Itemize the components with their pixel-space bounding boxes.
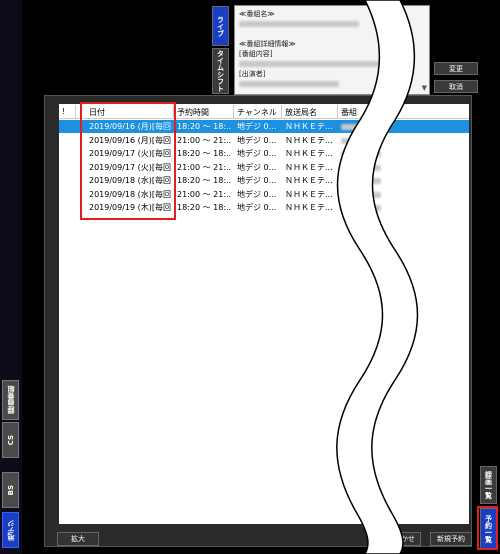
cast-label: [出演者] <box>239 70 266 78</box>
tab-live[interactable]: ライブ <box>212 6 229 46</box>
cell-channel: 地デジ 0... <box>237 149 277 158</box>
auto-button[interactable]: おまかせ <box>381 532 421 546</box>
cell-date: 2019/09/19 (木)[毎回] <box>89 203 171 212</box>
new-reservation-button[interactable]: 新規予約 <box>430 532 472 546</box>
tab-bs-label: BS <box>6 484 15 496</box>
cell-program-redacted <box>341 178 381 184</box>
cancel-button[interactable]: 取消 <box>434 80 478 93</box>
cell-time: 21:00 ～ 21:... <box>177 189 231 199</box>
tab-cs-label: CS <box>6 434 15 446</box>
cell-date: 2019/09/16 (月)[毎回] <box>89 135 171 145</box>
tab-reservation-list[interactable]: 予約一覧 <box>480 508 497 550</box>
cell-date: 2019/09/17 (火)[毎回] <box>89 149 171 158</box>
cell-program-redacted <box>341 205 381 211</box>
tab-live-label: ライブ <box>216 15 225 37</box>
tab-cs[interactable]: CS <box>2 422 19 458</box>
cell-station: ＮＨＫＥテ... <box>285 122 333 131</box>
tab-bs[interactable]: BS <box>2 472 19 508</box>
reservation-table: ! ^ 日付 予約時間 チャンネル 放送局名 番組 2019/09/16 (月)… <box>59 104 469 524</box>
cell-date: 2019/09/18 (水)[毎回] <box>89 176 171 185</box>
table-row[interactable]: 2019/09/17 (火)[毎回] 18:20 ～ 18:... 地デジ 0...… <box>59 147 469 160</box>
cell-channel: 地デジ 0... <box>237 203 277 212</box>
scroll-down-icon[interactable]: ▼ <box>422 84 427 92</box>
cell-channel: 地デジ 0... <box>237 176 277 185</box>
cell-date: 2019/09/16 (月)[毎回] <box>89 122 171 131</box>
top-black-area <box>0 0 220 95</box>
table-row[interactable]: 2019/09/17 (火)[毎回] 21:00 ～ 21:... 地デジ 0...… <box>59 161 469 174</box>
tab-recorded[interactable]: 録画番組 <box>2 380 19 420</box>
table-row[interactable]: 2019/09/16 (月)[毎回] 18:20 ～ 18:... 地デジ 0...… <box>59 120 469 133</box>
left-strip <box>0 0 22 554</box>
program-content-label: [番組内容] <box>239 50 273 58</box>
col-program[interactable]: 番組 <box>341 107 357 118</box>
tab-terrestrial[interactable]: 地デジ <box>2 512 19 548</box>
cell-channel: 地デジ 0... <box>237 135 277 145</box>
cell-station: ＮＨＫＥテ... <box>285 176 333 185</box>
reservation-list-panel: ! ^ 日付 予約時間 チャンネル 放送局名 番組 2019/09/16 (月)… <box>44 95 472 547</box>
col-separator <box>337 105 338 118</box>
cell-station: ＮＨＫＥテ... <box>285 135 333 145</box>
cell-time: 21:00 ～ 21:... <box>177 135 231 145</box>
tab-recording-list-label: 録画一覧 <box>484 471 493 499</box>
tab-recorded-label: 録画番組 <box>6 386 15 414</box>
tab-reservation-list-label: 予約一覧 <box>484 515 493 543</box>
change-button[interactable]: 変更 <box>434 62 478 75</box>
tab-terrestrial-label: 地デジ <box>6 519 15 541</box>
table-header: ! ^ 日付 予約時間 チャンネル 放送局名 番組 <box>59 104 469 119</box>
cell-time: 18:20 ～ 18:... <box>177 122 231 131</box>
cell-date: 2019/09/17 (火)[毎回] <box>89 162 171 172</box>
col-flag[interactable]: ! <box>62 107 65 116</box>
col-time[interactable]: 予約時間 <box>177 107 209 118</box>
col-separator <box>281 105 282 118</box>
cell-time: 18:20 ～ 18:... <box>177 203 231 212</box>
col-station[interactable]: 放送局名 <box>285 107 317 118</box>
col-separator <box>75 105 76 118</box>
cell-station: ＮＨＫＥテ... <box>285 162 333 172</box>
tab-timeshift-label: タイムシフト <box>216 50 225 92</box>
cell-station: ＮＨＫＥテ... <box>285 189 333 199</box>
expand-button[interactable]: 拡大 <box>57 532 99 546</box>
col-separator <box>233 105 234 118</box>
cell-program-redacted <box>341 164 381 171</box>
tab-timeshift[interactable]: タイムシフト <box>212 48 229 94</box>
table-row[interactable]: 2019/09/16 (月)[毎回] 21:00 ～ 21:... 地デジ 0...… <box>59 134 469 147</box>
table-row[interactable]: 2019/09/18 (水)[毎回] 21:00 ～ 21:... 地デジ 0...… <box>59 188 469 201</box>
col-channel[interactable]: チャンネル <box>237 107 277 118</box>
cell-program-redacted <box>341 124 381 130</box>
tab-recording-list[interactable]: 録画一覧 <box>480 466 497 504</box>
cell-channel: 地デジ 0... <box>237 122 277 131</box>
cell-time: 21:00 ～ 21:... <box>177 162 231 172</box>
sort-asc-icon: ^ <box>125 104 131 108</box>
program-detail-panel: ≪番組名≫ ≪番組詳細情報≫ [番組内容] [出演者] ▼ <box>234 5 430 95</box>
cell-channel: 地デジ 0... <box>237 189 277 199</box>
cell-time: 18:20 ～ 18:... <box>177 176 231 185</box>
col-separator <box>173 105 174 118</box>
table-row[interactable]: 2019/09/19 (木)[毎回] 18:20 ～ 18:... 地デジ 0...… <box>59 201 469 214</box>
cast-value <box>239 79 425 89</box>
table-row[interactable]: 2019/09/18 (水)[毎回] 18:20 ～ 18:... 地デジ 0...… <box>59 174 469 187</box>
cell-station: ＮＨＫＥテ... <box>285 203 333 212</box>
cell-time: 18:20 ～ 18:... <box>177 149 231 158</box>
col-date[interactable]: 日付 <box>89 107 105 118</box>
cell-channel: 地デジ 0... <box>237 162 277 172</box>
program-content-value <box>239 59 425 69</box>
program-name-value <box>239 19 425 29</box>
cell-date: 2019/09/18 (水)[毎回] <box>89 189 171 199</box>
cell-program-redacted <box>341 151 381 157</box>
program-name-label: ≪番組名≫ <box>239 10 275 18</box>
cell-program-redacted <box>341 191 381 198</box>
cell-station: ＮＨＫＥテ... <box>285 149 333 158</box>
program-detail-label: ≪番組詳細情報≫ <box>239 40 296 48</box>
cell-program-redacted <box>341 137 381 144</box>
